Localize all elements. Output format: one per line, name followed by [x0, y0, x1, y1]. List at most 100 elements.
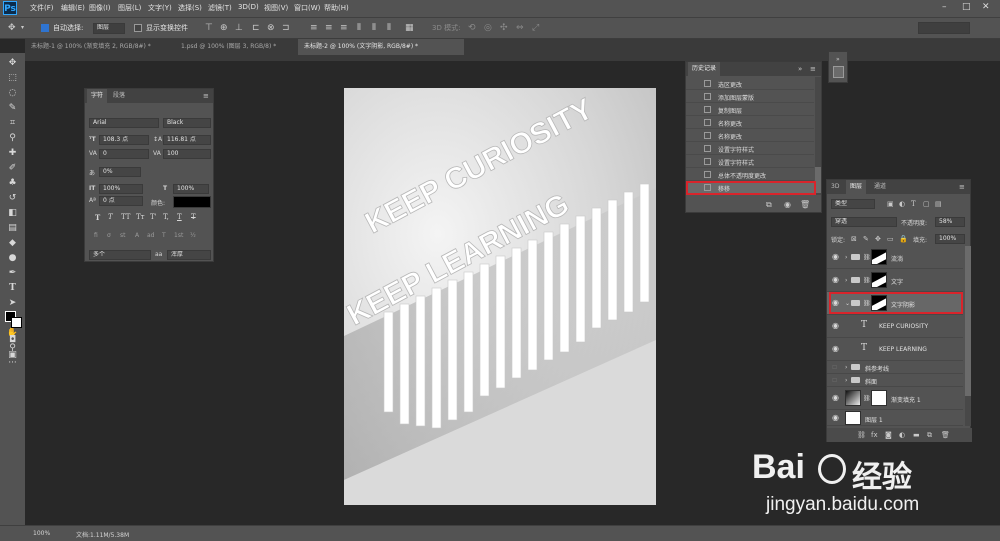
collapse-icon[interactable]: » — [836, 55, 840, 65]
eye-icon[interactable]: ▫ — [832, 363, 837, 371]
type-tool-icon[interactable]: T — [6, 282, 19, 294]
3d-drag-icon[interactable]: ✣ — [500, 23, 508, 33]
history-item[interactable]: 设置字符样式 — [686, 155, 814, 168]
trash-icon[interactable]: 🗑 — [800, 200, 810, 210]
lock-transparency-icon[interactable]: ⊠ — [851, 234, 857, 244]
snapshot-icon[interactable]: ◉ — [784, 200, 791, 210]
auto-select-checkbox[interactable] — [41, 24, 49, 32]
document-canvas[interactable]: KEEP CURIOSITY KEEP LEARNING — [344, 88, 656, 505]
blur-tool-icon[interactable]: ◆ — [6, 237, 19, 249]
contextual-button[interactable]: T — [162, 232, 166, 239]
filter-kind-select[interactable]: 类型 — [831, 199, 875, 209]
eraser-tool-icon[interactable]: ◧ — [6, 207, 19, 219]
fractions-button[interactable]: ½ — [190, 232, 196, 239]
align-vcenter-icon[interactable]: ⊕ — [220, 23, 228, 33]
chevron-down-icon[interactable]: ▾ — [21, 23, 24, 33]
minimize-icon[interactable]: – — [942, 2, 947, 12]
distribute-hcenter-icon[interactable]: ⦀ — [372, 23, 376, 33]
eye-icon[interactable]: ▫ — [832, 376, 837, 384]
history-item[interactable]: 添加图层蒙版 — [686, 90, 814, 103]
history-item[interactable]: 复制图层 — [686, 103, 814, 116]
healing-tool-icon[interactable]: ✚ — [6, 147, 19, 159]
chevron-right-icon[interactable]: › — [845, 364, 847, 371]
layer-row[interactable]: ▫ › 斜参考线 — [827, 361, 963, 374]
eye-icon[interactable]: ◉ — [832, 394, 839, 402]
subscript-button[interactable]: T, — [163, 213, 169, 221]
stamp-tool-icon[interactable]: ♣ — [6, 177, 19, 189]
menu-layer[interactable]: 图层(L) — [118, 3, 141, 13]
menu-window[interactable]: 窗口(W) — [294, 3, 320, 13]
layer-row[interactable]: ◉ › ⛓ 流淌 — [827, 246, 963, 269]
menu-image[interactable]: 图像(I) — [89, 3, 111, 13]
trash-icon[interactable]: 🗑 — [941, 430, 950, 440]
align-bottom-icon[interactable]: ⊥ — [235, 23, 243, 33]
underline-button[interactable]: T — [177, 213, 182, 221]
marquee-tool-icon[interactable]: ⬚ — [6, 72, 19, 84]
layers-scrollbar[interactable] — [965, 246, 971, 426]
ordinals-button[interactable]: 1st — [174, 232, 183, 239]
titling-button[interactable]: ad — [147, 232, 155, 239]
history-scrollbar[interactable] — [815, 77, 821, 195]
quick-mask-icon[interactable]: ◘ — [6, 334, 19, 346]
gradient-tool-icon[interactable]: ▤ — [6, 222, 19, 234]
language-select[interactable]: 多个 — [89, 250, 151, 260]
background-color-swatch[interactable] — [11, 317, 22, 328]
history-item[interactable]: 名称更改 — [686, 129, 814, 142]
font-size-field[interactable]: 108.3 点 — [99, 135, 149, 145]
adjustment-layer-icon[interactable]: ◐ — [899, 430, 905, 440]
distribute-top-icon[interactable]: ≡ — [310, 23, 318, 33]
blend-mode-select[interactable]: 穿透 — [831, 217, 897, 227]
panel-menu-icon[interactable]: ≡ — [203, 91, 209, 101]
menu-help[interactable]: 帮助(H) — [324, 3, 349, 13]
maximize-icon[interactable]: □ — [962, 2, 971, 12]
tab-layers[interactable]: 图层 — [846, 180, 867, 194]
antialias-select[interactable]: 浑厚 — [167, 250, 211, 260]
chevron-right-icon[interactable]: › — [845, 277, 847, 284]
quick-select-tool-icon[interactable]: ✎ — [6, 102, 19, 114]
tab-3d[interactable]: 3D — [827, 180, 843, 194]
text-color-swatch[interactable] — [173, 196, 211, 208]
show-transform-checkbox[interactable] — [134, 24, 142, 32]
link-layers-icon[interactable]: ⛓ — [857, 430, 866, 440]
path-select-tool-icon[interactable]: ➤ — [6, 297, 19, 309]
tab-paragraph[interactable]: 段落 — [109, 89, 129, 103]
new-layer-icon[interactable]: ⧉ — [927, 430, 932, 440]
crop-tool-icon[interactable]: ⌗ — [6, 117, 19, 129]
filter-type-icon[interactable]: T — [911, 199, 916, 209]
menu-select[interactable]: 选择(S) — [178, 3, 202, 13]
filter-shape-icon[interactable]: ▢ — [923, 199, 930, 209]
faux-bold-button[interactable]: T — [95, 213, 100, 222]
lock-all-icon[interactable]: 🔒 — [899, 234, 908, 244]
lock-artboard-icon[interactable]: ▭ — [887, 234, 894, 244]
all-caps-button[interactable]: TT — [121, 213, 130, 221]
close-icon[interactable]: ✕ — [982, 2, 990, 12]
align-left-icon[interactable]: ⊏ — [252, 23, 260, 33]
brush-tool-icon[interactable]: ✐ — [6, 162, 19, 174]
tab-untitled-1[interactable]: 未标题-1 @ 100% (渐变填充 2, RGB/8#) * — [25, 39, 165, 55]
menu-edit[interactable]: 编辑(E) — [61, 3, 85, 13]
eye-icon[interactable]: ◉ — [832, 414, 839, 422]
old-style-button[interactable]: σ — [107, 232, 111, 239]
swash-button[interactable]: A — [135, 232, 139, 239]
distribute-bottom-icon[interactable]: ≡ — [340, 23, 348, 33]
align-hcenter-icon[interactable]: ⊗ — [267, 23, 275, 33]
history-item[interactable]: 选区更改 — [686, 77, 814, 90]
layer-row[interactable]: ◉ › ⛓ 文字 — [827, 269, 963, 292]
history-dock-icon[interactable] — [833, 66, 844, 78]
stylistic-alt-button[interactable]: st — [120, 232, 125, 239]
move-tool-icon[interactable]: ✥ — [8, 23, 16, 33]
tab-history[interactable]: 历史记录 — [688, 62, 721, 76]
new-group-icon[interactable]: ▬ — [913, 430, 920, 440]
kerning-field[interactable]: 0 — [99, 149, 149, 159]
vertical-scale-field[interactable]: 100% — [99, 184, 143, 194]
tab-channels[interactable]: 通道 — [870, 180, 890, 194]
panel-menu-icon[interactable]: ≡ — [959, 182, 965, 192]
new-document-from-state-icon[interactable]: ⧉ — [766, 200, 772, 210]
layer-row[interactable]: ◉ T KEEP CURIOSITY — [827, 315, 963, 338]
opacity-field[interactable]: 58% — [935, 217, 965, 227]
menu-type[interactable]: 文字(Y) — [148, 3, 172, 13]
menu-3d[interactable]: 3D(D) — [238, 3, 259, 11]
add-mask-icon[interactable]: ◙ — [885, 430, 892, 440]
menu-filter[interactable]: 滤镜(T) — [208, 3, 232, 13]
horizontal-scale-field[interactable]: 100% — [173, 184, 209, 194]
